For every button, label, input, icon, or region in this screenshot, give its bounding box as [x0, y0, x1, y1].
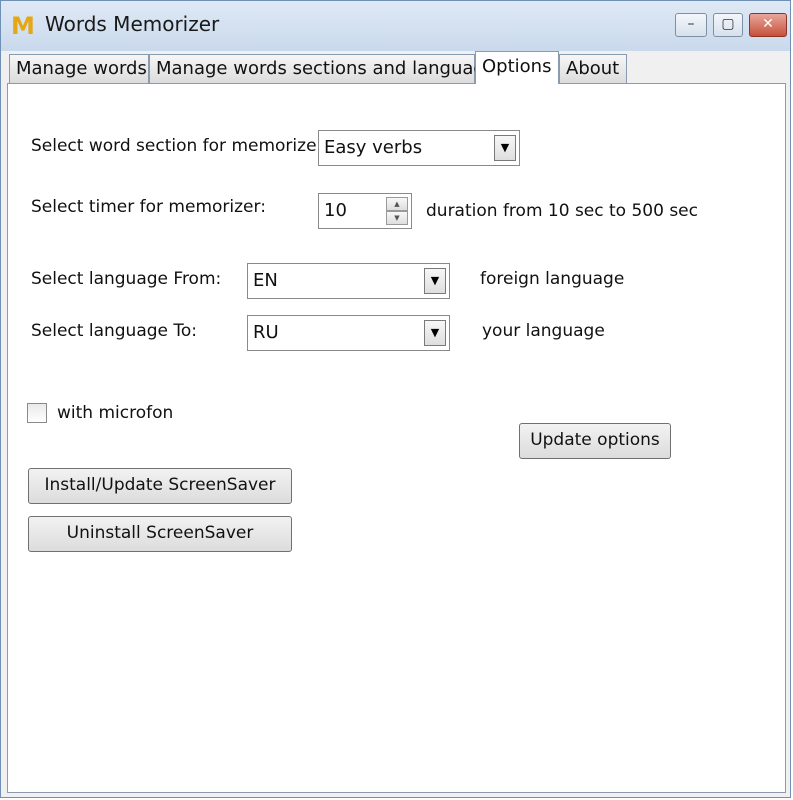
timer-hint: duration from 10 sec to 500 sec [426, 201, 698, 221]
lang-to-select[interactable]: RU ▼ [247, 315, 450, 351]
spin-up-icon[interactable]: ▲ [386, 197, 408, 211]
timer-label: Select timer for memorizer: [31, 197, 266, 217]
microfon-checkbox[interactable] [27, 403, 47, 423]
title-bar[interactable]: M Words Memorizer – ▢ ✕ [1, 1, 790, 51]
tab-manage-words[interactable]: Manage words [9, 54, 149, 83]
chevron-down-icon[interactable]: ▼ [424, 320, 446, 346]
maximize-button[interactable]: ▢ [713, 13, 743, 37]
spin-down-icon[interactable]: ▼ [386, 211, 408, 225]
update-options-button[interactable]: Update options [519, 423, 671, 459]
chevron-down-icon[interactable]: ▼ [494, 135, 516, 161]
tab-about[interactable]: About [559, 54, 627, 83]
lang-to-hint: your language [482, 321, 605, 341]
timer-stepper[interactable]: 10 ▲ ▼ [318, 193, 412, 229]
tab-strip: Manage words Manage words sections and l… [7, 51, 787, 84]
options-panel: Select word section for memorizer: Easy … [7, 83, 786, 793]
install-screensaver-button[interactable]: Install/Update ScreenSaver [28, 468, 292, 504]
tab-manage-sections-languages[interactable]: Manage words sections and languages [149, 54, 505, 83]
close-button[interactable]: ✕ [749, 13, 787, 37]
window-title: Words Memorizer [45, 12, 220, 36]
chevron-down-icon[interactable]: ▼ [424, 268, 446, 294]
app-window: M Words Memorizer – ▢ ✕ Manage words Man… [0, 0, 791, 798]
app-logo-icon: M [11, 12, 35, 40]
minimize-button[interactable]: – [675, 13, 707, 37]
section-select[interactable]: Easy verbs ▼ [318, 130, 520, 166]
section-select-value: Easy verbs [324, 137, 423, 158]
microfon-label: with microfon [57, 403, 174, 423]
lang-from-label: Select language From: [31, 269, 222, 289]
section-label: Select word section for memorizer: [31, 136, 329, 156]
timer-value: 10 [324, 200, 347, 221]
lang-from-hint: foreign language [480, 269, 625, 289]
lang-to-value: RU [253, 322, 279, 343]
lang-from-value: EN [253, 270, 278, 291]
tab-options[interactable]: Options [475, 51, 559, 84]
lang-to-label: Select language To: [31, 321, 198, 341]
lang-from-select[interactable]: EN ▼ [247, 263, 450, 299]
uninstall-screensaver-button[interactable]: Uninstall ScreenSaver [28, 516, 292, 552]
